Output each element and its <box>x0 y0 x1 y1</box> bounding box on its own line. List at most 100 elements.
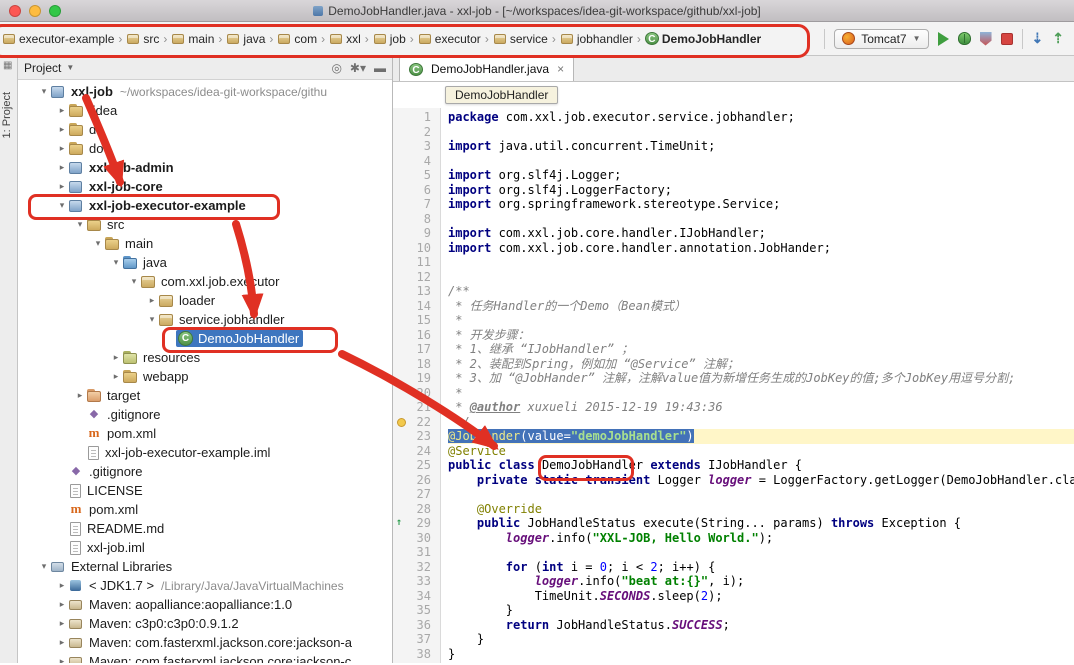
tree-item[interactable]: ▸< JDK1.7 >/Library/Java/JavaVirtualMach… <box>18 576 392 595</box>
coverage-button[interactable] <box>980 32 992 46</box>
expand-arrow-icon[interactable]: ▸ <box>56 580 68 591</box>
tree-item[interactable]: ▾src <box>18 215 392 234</box>
tree-item[interactable]: ▸target <box>18 386 392 405</box>
tree-item[interactable]: ▸webapp <box>18 367 392 386</box>
tree-item[interactable]: pom.xml <box>18 424 392 443</box>
scroll-to-source-icon[interactable]: ◎ <box>331 61 341 75</box>
settings-icon[interactable]: ✱▾ <box>350 61 366 75</box>
line-number: 9 <box>393 226 431 241</box>
tree-item[interactable]: ▸resources <box>18 348 392 367</box>
tree-item[interactable]: LICENSE <box>18 481 392 500</box>
code-line <box>448 545 1074 560</box>
line-number: 4 <box>393 154 431 169</box>
tree-item[interactable]: ▸xxl-job-admin <box>18 158 392 177</box>
src-icon <box>122 255 138 270</box>
tree-item[interactable]: ▸loader <box>18 291 392 310</box>
file-icon <box>70 484 81 498</box>
tree-item[interactable]: ▸xxl-job-core <box>18 177 392 196</box>
expand-arrow-icon[interactable]: ▸ <box>56 618 68 629</box>
tree-item[interactable]: ▾xxl-job-executor-example <box>18 196 392 215</box>
expand-arrow-icon[interactable]: ▸ <box>56 181 68 192</box>
expand-arrow-icon[interactable]: ▸ <box>56 124 68 135</box>
expand-arrow-icon[interactable]: ▾ <box>38 86 50 97</box>
override-icon[interactable]: ↑ <box>396 516 402 531</box>
minimize-window-button[interactable] <box>29 5 41 17</box>
breadcrumb-item[interactable]: xxl <box>329 32 361 46</box>
tree-item[interactable]: ▾main <box>18 234 392 253</box>
expand-arrow-icon[interactable]: ▸ <box>74 390 86 401</box>
tree-item[interactable]: ▸db <box>18 120 392 139</box>
tree-item[interactable]: README.md <box>18 519 392 538</box>
tree-item[interactable]: ▸Maven: aopalliance:aopalliance:1.0 <box>18 595 392 614</box>
close-window-button[interactable] <box>9 5 21 17</box>
tree-item[interactable]: ▸Maven: c3p0:c3p0:0.9.1.2 <box>18 614 392 633</box>
editor-tab[interactable]: DemoJobHandler.java × <box>399 56 574 81</box>
expand-arrow-icon[interactable]: ▾ <box>128 276 140 287</box>
expand-arrow-icon[interactable]: ▸ <box>56 656 68 663</box>
breadcrumb-item[interactable]: com <box>277 32 317 46</box>
line-number: 12 <box>393 270 431 285</box>
tree-item[interactable]: .gitignore <box>18 462 392 481</box>
project-toolwindow-button[interactable]: 1: Project <box>1 92 13 138</box>
close-tab-icon[interactable]: × <box>557 62 564 76</box>
breadcrumb-item[interactable]: executor-example <box>2 32 114 46</box>
expand-arrow-icon[interactable]: ▸ <box>146 295 158 306</box>
breadcrumb-item[interactable]: java <box>226 32 265 46</box>
expand-arrow-icon[interactable]: ▾ <box>110 257 122 268</box>
breadcrumb-item[interactable]: main <box>171 32 214 46</box>
expand-arrow-icon[interactable]: ▾ <box>92 238 104 249</box>
breadcrumb-label: java <box>243 32 265 46</box>
code-line: @Override <box>448 502 1074 517</box>
breadcrumb-item[interactable]: executor <box>418 32 481 46</box>
tree-item[interactable]: ▸Maven: com.fasterxml.jackson.core:jacks… <box>18 652 392 663</box>
stop-button[interactable] <box>1001 33 1013 45</box>
line-number: 25 <box>393 458 431 473</box>
tree-item[interactable]: xxl-job.iml <box>18 538 392 557</box>
res-icon <box>122 350 138 365</box>
tree-item[interactable]: ▾xxl-job~/workspaces/idea-git-workspace/… <box>18 82 392 101</box>
expand-arrow-icon[interactable]: ▸ <box>56 599 68 610</box>
vcs-update-button[interactable]: ⇣ <box>1032 30 1044 47</box>
code-editor[interactable]: 1234567891011121314151617181920212223242… <box>393 108 1074 663</box>
project-view-dropdown[interactable]: Project <box>24 61 61 75</box>
module-icon <box>68 160 84 175</box>
run-configuration-select[interactable]: Tomcat7 ▼ <box>834 29 928 49</box>
hide-panel-icon[interactable]: ▬ <box>374 61 386 75</box>
expand-arrow-icon[interactable]: ▾ <box>56 200 68 211</box>
tree-item[interactable]: ▾java <box>18 253 392 272</box>
tree-item[interactable]: ▾service.jobhandler <box>18 310 392 329</box>
debug-button[interactable] <box>958 32 971 45</box>
expand-arrow-icon[interactable]: ▸ <box>56 143 68 154</box>
breadcrumb-item[interactable]: src <box>126 32 159 46</box>
class-icon <box>409 63 423 76</box>
expand-arrow-icon[interactable]: ▾ <box>74 219 86 230</box>
tree-item[interactable]: .gitignore <box>18 405 392 424</box>
tree-item[interactable]: pom.xml <box>18 500 392 519</box>
vcs-commit-button[interactable]: ⇡ <box>1052 30 1064 47</box>
expand-arrow-icon[interactable]: ▸ <box>56 162 68 173</box>
tree-item-label: pom.xml <box>89 502 138 517</box>
tree-item[interactable]: ▾External Libraries <box>18 557 392 576</box>
tree-item[interactable]: ▸.idea <box>18 101 392 120</box>
code-line <box>448 255 1074 270</box>
package-icon <box>277 32 291 45</box>
expand-arrow-icon[interactable]: ▾ <box>146 314 158 325</box>
tree-item[interactable]: xxl-job-executor-example.iml <box>18 443 392 462</box>
code-line: return JobHandleStatus.SUCCESS; <box>448 618 1074 633</box>
breadcrumb-item[interactable]: service <box>493 32 548 46</box>
tree-item[interactable]: ▸Maven: com.fasterxml.jackson.core:jacks… <box>18 633 392 652</box>
expand-arrow-icon[interactable]: ▾ <box>38 561 50 572</box>
tree-item[interactable]: ▾com.xxl.job.executor <box>18 272 392 291</box>
expand-arrow-icon[interactable]: ▸ <box>110 371 122 382</box>
breadcrumb-item[interactable]: DemoJobHandler <box>645 32 761 46</box>
run-button[interactable] <box>938 32 949 46</box>
tree-item[interactable]: DemoJobHandler <box>18 329 392 348</box>
expand-arrow-icon[interactable]: ▸ <box>56 637 68 648</box>
tree-item[interactable]: ▸doc <box>18 139 392 158</box>
expand-arrow-icon[interactable]: ▸ <box>110 352 122 363</box>
zoom-window-button[interactable] <box>49 5 61 17</box>
breadcrumb-item[interactable]: jobhandler <box>560 32 633 46</box>
breadcrumb-item[interactable]: job <box>373 32 406 46</box>
class-name-chip[interactable]: DemoJobHandler <box>445 86 558 104</box>
expand-arrow-icon[interactable]: ▸ <box>56 105 68 116</box>
